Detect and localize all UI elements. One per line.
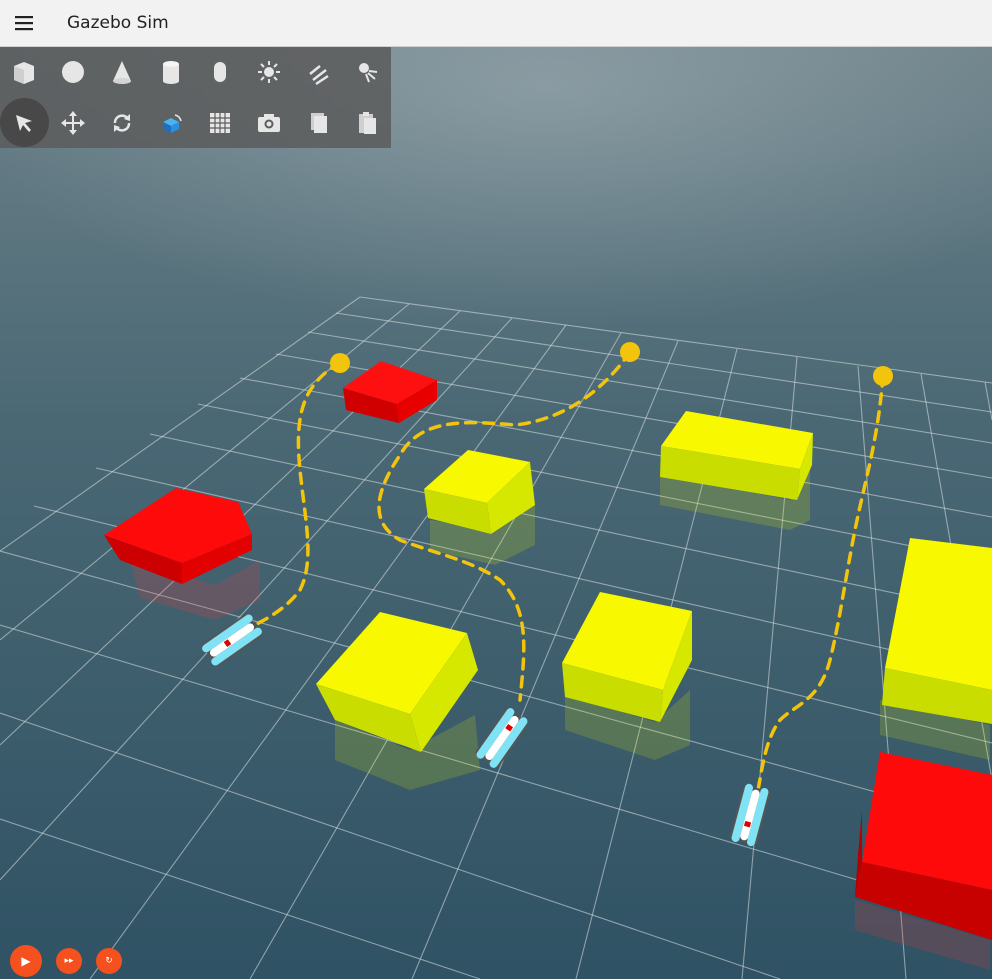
cylinder-tool-button[interactable] <box>147 47 196 96</box>
grid-snap-icon <box>209 112 230 133</box>
point-light-tool-button[interactable] <box>244 47 293 96</box>
paste-icon <box>358 111 376 134</box>
shapes-toolbar-row <box>0 47 391 96</box>
screenshot-icon <box>257 113 280 132</box>
point-light-icon <box>257 60 280 83</box>
sphere-tool-button[interactable] <box>49 47 98 96</box>
view-angle-tool-button[interactable] <box>147 98 196 147</box>
spot-light-tool-button[interactable] <box>342 47 391 96</box>
copy-tool-button[interactable] <box>293 98 342 147</box>
hamburger-menu-icon <box>14 16 33 31</box>
scene-3d-viewport[interactable] <box>0 47 992 979</box>
cone-tool-button[interactable] <box>98 47 147 96</box>
hamburger-menu-button[interactable] <box>0 0 47 47</box>
scene-toolbar <box>0 47 391 148</box>
grid-snap-tool-button[interactable] <box>196 98 245 147</box>
box-icon <box>14 61 35 84</box>
capsule-tool-button[interactable] <box>196 47 245 96</box>
goal-marker-3 <box>873 366 893 386</box>
reset-button[interactable]: ↻ <box>96 948 122 974</box>
play-icon: ▶ <box>21 954 31 968</box>
title-bar: Gazebo Sim <box>0 0 992 47</box>
transform-toolbar-row <box>0 98 391 147</box>
capsule-icon <box>213 61 226 82</box>
view-angle-icon <box>163 113 182 133</box>
translate-tool-button[interactable] <box>49 98 98 147</box>
select-icon <box>16 114 33 132</box>
step-button[interactable]: ▸▸ <box>56 948 82 974</box>
goal-marker-2 <box>620 342 640 362</box>
box-tool-button[interactable] <box>0 47 49 96</box>
copy-icon <box>310 112 327 133</box>
directional-light-tool-button[interactable] <box>293 47 342 96</box>
sphere-icon <box>62 60 85 83</box>
directional-light-icon <box>308 64 329 85</box>
step-icon: ▸▸ <box>64 956 74 966</box>
rotate-tool-button[interactable] <box>98 98 147 147</box>
play-button[interactable]: ▶ <box>10 945 42 977</box>
goal-marker-1 <box>330 353 350 373</box>
playback-controls: ▶ ▸▸ ↻ <box>10 945 122 977</box>
rotate-icon <box>113 113 131 132</box>
cylinder-icon <box>163 60 180 84</box>
scene-canvas[interactable] <box>0 47 992 979</box>
translate-icon <box>61 110 86 135</box>
cone-icon <box>113 60 132 84</box>
paste-tool-button[interactable] <box>342 98 391 147</box>
spot-light-icon <box>358 62 377 82</box>
reset-icon: ↻ <box>105 956 113 966</box>
app-title: Gazebo Sim <box>67 13 169 33</box>
screenshot-tool-button[interactable] <box>244 98 293 147</box>
select-tool-button[interactable] <box>0 98 49 147</box>
